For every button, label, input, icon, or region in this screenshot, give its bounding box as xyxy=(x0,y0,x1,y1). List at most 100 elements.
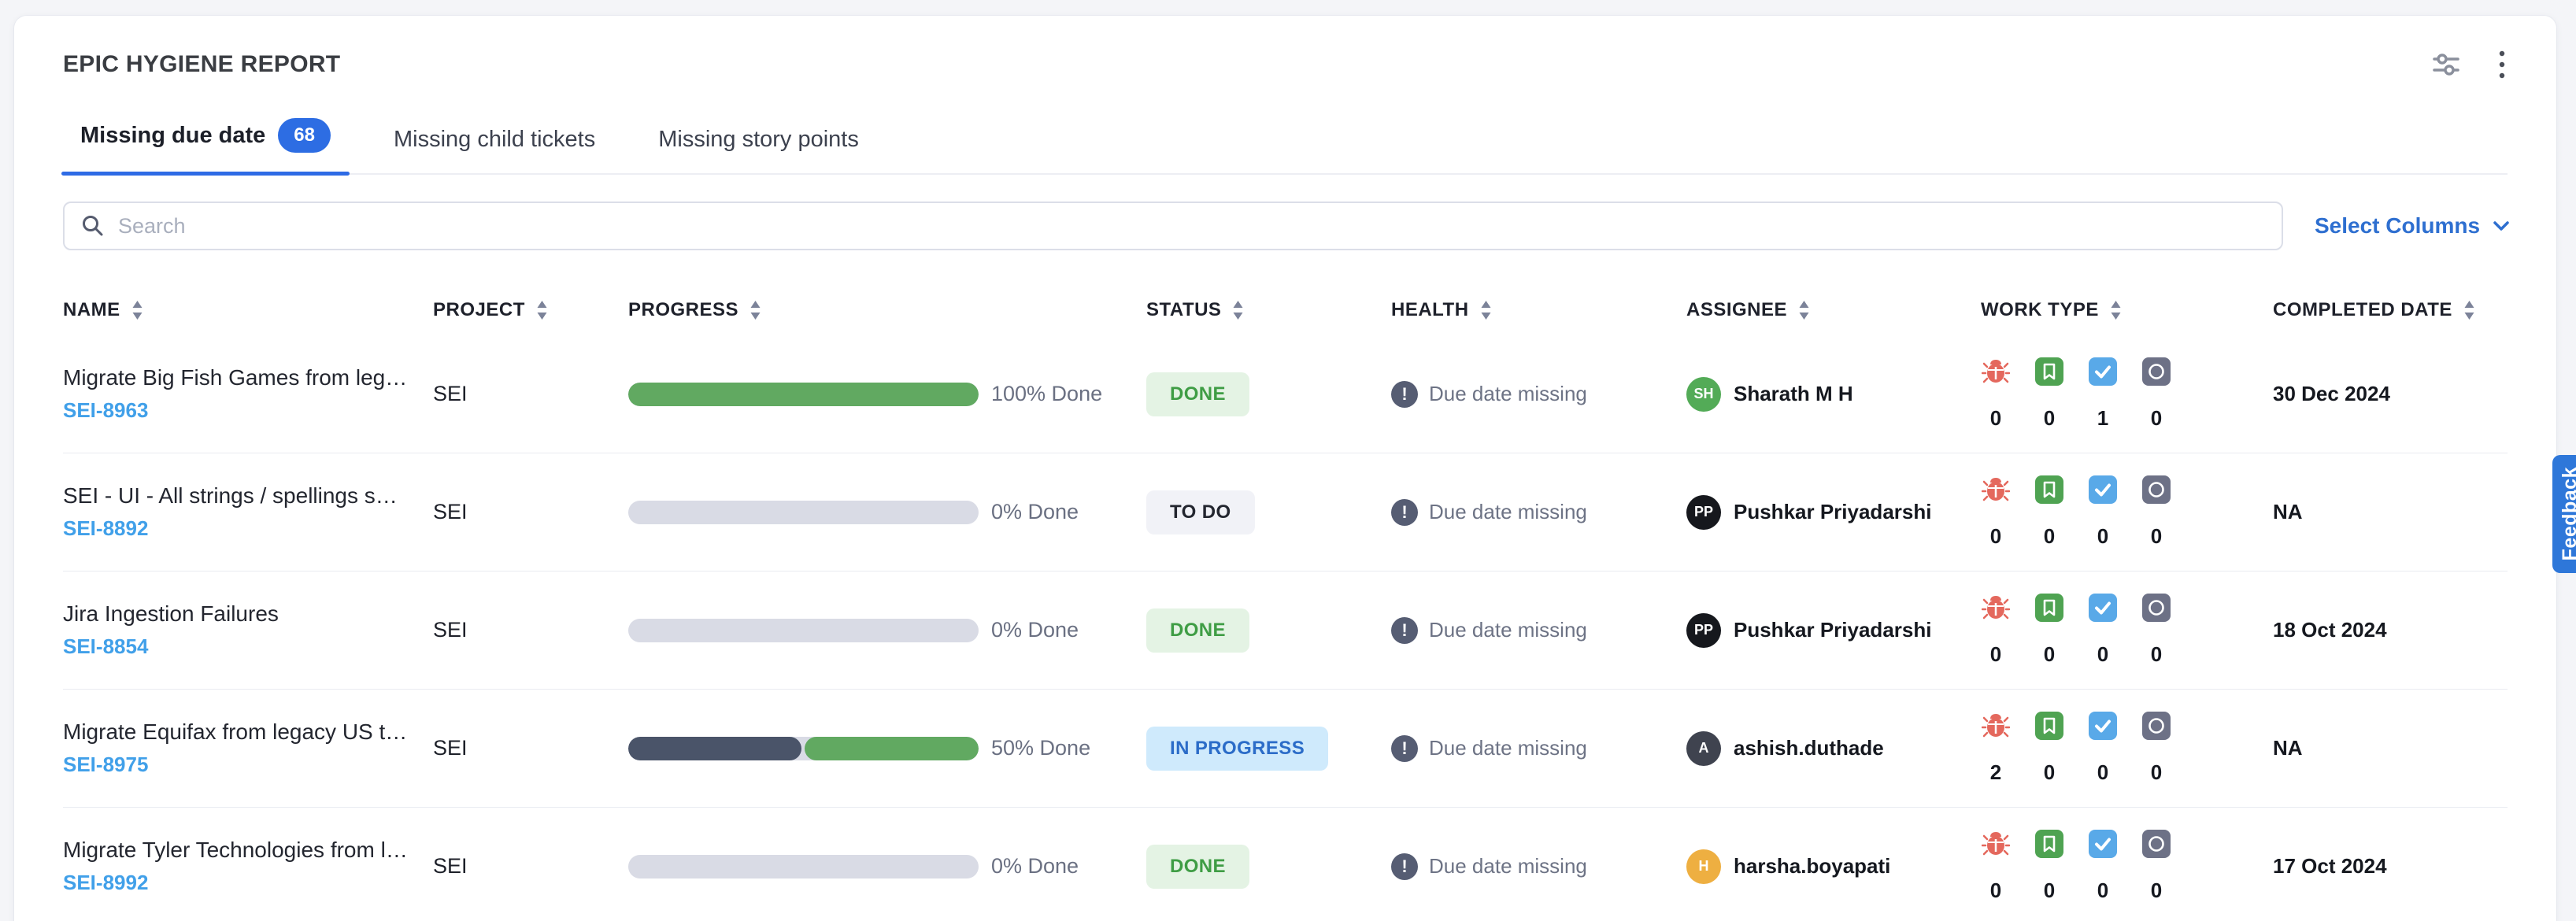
story-icon xyxy=(2035,357,2063,386)
ticket-link[interactable]: SEI-8854 xyxy=(63,634,148,659)
worktype-item: 0 xyxy=(2034,830,2064,903)
alert-icon: ! xyxy=(1391,381,1418,408)
avatar: H xyxy=(1686,849,1721,884)
sort-icon[interactable] xyxy=(536,300,548,320)
task-icon xyxy=(2089,594,2117,622)
column-header-worktype[interactable]: WORK TYPE xyxy=(1981,299,2273,321)
health-cell: !Due date missing xyxy=(1391,499,1686,526)
tab-missing-story-points[interactable]: Missing story points xyxy=(655,119,862,173)
ticket-link[interactable]: SEI-8992 xyxy=(63,871,148,895)
tab-bar: Missing due date68 Missing child tickets M… xyxy=(63,110,2508,175)
worktype-cell: 0010 xyxy=(1981,357,2273,431)
column-header-label: HEALTH xyxy=(1391,299,1469,321)
status-cell: TO DO xyxy=(1146,490,1391,534)
feedback-tab[interactable]: Feedback xyxy=(2552,455,2576,573)
story-icon xyxy=(2035,830,2063,858)
progress-bar xyxy=(628,855,979,878)
worktype-count: 0 xyxy=(2044,406,2055,431)
status-cell: DONE xyxy=(1146,372,1391,416)
avatar: PP xyxy=(1686,495,1721,530)
sort-icon[interactable] xyxy=(2463,300,2475,320)
tab-count-badge: 68 xyxy=(278,118,331,153)
progress-bar xyxy=(628,737,979,760)
sort-icon[interactable] xyxy=(1480,300,1492,320)
table-row: Jira Ingestion FailuresSEI-8854SEI0% Don… xyxy=(63,571,2508,690)
worktype-cell: 0000 xyxy=(1981,594,2273,667)
completed-date-cell: NA xyxy=(2273,500,2508,524)
tab-missing-due-date[interactable]: Missing due date68 xyxy=(77,110,334,173)
sliders-icon[interactable] xyxy=(2432,50,2460,79)
assignee-name: harsha.boyapati xyxy=(1734,854,1890,878)
column-header-status[interactable]: STATUS xyxy=(1146,299,1391,321)
column-header-name[interactable]: NAME xyxy=(63,299,433,321)
alert-icon: ! xyxy=(1391,735,1418,762)
column-header-project[interactable]: PROJECT xyxy=(433,299,628,321)
column-header-label: WORK TYPE xyxy=(1981,299,2099,321)
worktype-count: 0 xyxy=(2151,760,2162,785)
worktype-count: 0 xyxy=(2044,760,2055,785)
circle-work-icon xyxy=(2142,475,2171,504)
worktype-count: 0 xyxy=(2097,524,2108,549)
sort-icon[interactable] xyxy=(131,300,143,320)
tab-label: Missing story points xyxy=(658,127,859,153)
worktype-count: 0 xyxy=(1990,642,2001,667)
sort-icon[interactable] xyxy=(749,300,761,320)
tab-label: Missing child tickets xyxy=(394,127,595,153)
worktype-count: 0 xyxy=(2044,642,2055,667)
status-badge: TO DO xyxy=(1146,490,1255,534)
assignee-name: Pushkar Priyadarshi xyxy=(1734,618,1931,642)
health-cell: !Due date missing xyxy=(1391,735,1686,762)
ticket-link[interactable]: SEI-8975 xyxy=(63,753,148,777)
progress-bar xyxy=(628,619,979,642)
sort-icon[interactable] xyxy=(2110,300,2122,320)
worktype-item: 0 xyxy=(2141,712,2171,785)
worktype-item: 1 xyxy=(2088,357,2118,431)
assignee-cell: Hharsha.boyapati xyxy=(1686,849,1981,884)
avatar: PP xyxy=(1686,613,1721,648)
worktype-count: 0 xyxy=(2097,760,2108,785)
story-icon xyxy=(2035,594,2063,622)
epic-hygiene-report-card: EPIC HYGIENE REPORT Missing due date68Mi… xyxy=(14,16,2556,921)
epics-table: NAMEPROJECT PROGRESSSTATUSHEALTH ASSIGNEE W… xyxy=(63,285,2508,921)
table-row: Migrate Tyler Technologies from lega...S… xyxy=(63,808,2508,921)
worktype-count: 0 xyxy=(2097,878,2108,903)
column-header-assignee[interactable]: ASSIGNEE xyxy=(1686,299,1981,321)
project-cell: SEI xyxy=(433,382,628,406)
health-text: Due date missing xyxy=(1429,854,1587,878)
progress-segment xyxy=(628,383,979,406)
progress-cell: 50% Done xyxy=(628,736,1146,760)
column-header-health[interactable]: HEALTH xyxy=(1391,299,1686,321)
story-icon xyxy=(2035,475,2063,504)
progress-cell: 0% Done xyxy=(628,618,1146,642)
bug-icon xyxy=(1982,357,2010,386)
select-columns-button[interactable]: Select Columns xyxy=(2315,213,2515,239)
worktype-item: 0 xyxy=(2141,475,2171,549)
column-header-label: ASSIGNEE xyxy=(1686,299,1787,321)
column-header-progress[interactable]: PROGRESS xyxy=(628,299,1146,321)
worktype-item: 0 xyxy=(1981,594,2011,667)
project-cell: SEI xyxy=(433,736,628,760)
health-cell: ! Due date missing xyxy=(1391,853,1686,880)
search-box[interactable] xyxy=(63,202,2283,250)
sort-icon[interactable] xyxy=(1232,300,1244,320)
health-text: Due date missing xyxy=(1429,618,1587,642)
ticket-link[interactable]: SEI-8963 xyxy=(63,398,148,423)
column-header-completed[interactable]: COMPLETED DATE xyxy=(2273,299,2508,321)
epic-name-cell: Jira Ingestion FailuresSEI-8854 xyxy=(63,601,433,659)
sort-icon[interactable] xyxy=(1798,300,1810,320)
alert-icon: ! xyxy=(1391,853,1418,880)
worktype-item: 0 xyxy=(2034,712,2064,785)
epic-name-cell: SEI - UI - All strings / spellings shoul… xyxy=(63,483,433,541)
task-icon xyxy=(2089,475,2117,504)
column-header-label: PROJECT xyxy=(433,299,525,321)
ticket-link[interactable]: SEI-8892 xyxy=(63,516,148,541)
kebab-menu-icon[interactable] xyxy=(2498,49,2506,80)
worktype-item: 0 xyxy=(2034,357,2064,431)
table-header-row: NAMEPROJECT PROGRESSSTATUSHEALTH ASSIGNEE W… xyxy=(63,285,2508,335)
search-input[interactable] xyxy=(118,214,2266,239)
epic-name-cell: Migrate Big Fish Games from legacy ...SE… xyxy=(63,365,433,423)
progress-segment xyxy=(628,737,801,760)
tab-missing-child-tickets[interactable]: Missing child tickets xyxy=(390,119,598,173)
progress-cell: 100% Done xyxy=(628,382,1146,406)
epic-name-cell: Migrate Tyler Technologies from lega...S… xyxy=(63,838,433,895)
